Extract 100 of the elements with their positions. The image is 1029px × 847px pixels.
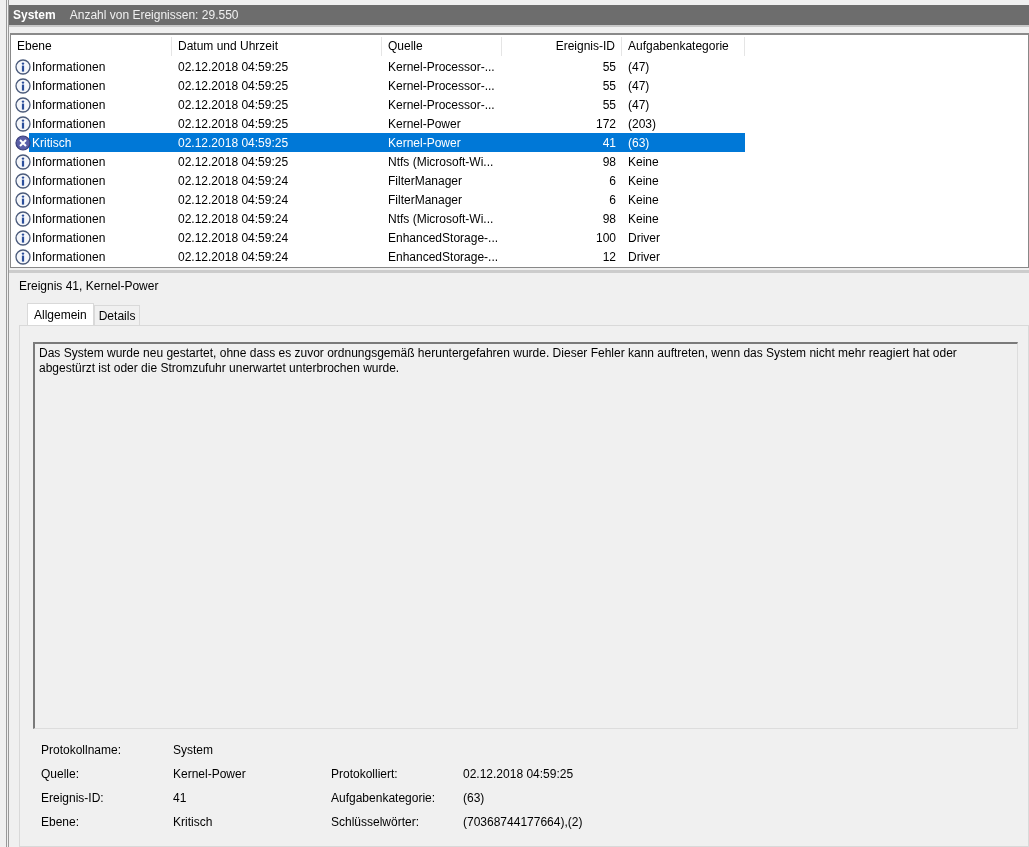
table-cell-text: (47) <box>627 96 651 114</box>
tab[interactable]: Allgemein <box>27 303 94 325</box>
table-cell-text: FilterManager <box>387 191 464 209</box>
table-cell-text: 98 <box>601 153 617 171</box>
table-cell-text: 02.12.2018 04:59:25 <box>177 96 290 114</box>
info-icon <box>15 191 31 208</box>
event-row[interactable]: Informationen 02.12.2018 04:59:25 Kernel-Processor-... 55 (47) <box>11 95 1028 114</box>
event-row[interactable]: Informationen 02.12.2018 04:59:25 Kernel-Processor-... 55 (47) <box>11 76 1028 95</box>
field-label: Quelle: <box>41 767 81 782</box>
table-cell-text: 02.12.2018 04:59:25 <box>177 58 290 76</box>
table-cell: Informationen <box>11 114 172 133</box>
table-cell-text: Keine <box>627 210 660 228</box>
table-cell-text: 100 <box>594 229 617 247</box>
event-row[interactable]: Kritisch 02.12.2018 04:59:25 Kernel-Power 41 (63) <box>11 133 1028 152</box>
table-cell: Kernel-Power <box>382 133 502 152</box>
table-cell-text: 02.12.2018 04:59:24 <box>177 191 290 209</box>
table-cell-text: (47) <box>627 77 651 95</box>
table-cell-text: 172 <box>594 115 617 133</box>
event-row[interactable]: Informationen 02.12.2018 04:59:25 Kernel-Power 172 (203) <box>11 114 1028 133</box>
column-header[interactable]: Datum und Uhrzeit <box>172 36 382 56</box>
info-icon <box>15 248 31 265</box>
table-cell-text: Kernel-Processor-... <box>387 77 496 95</box>
log-title: System <box>13 8 56 22</box>
field-value: (63) <box>463 791 486 806</box>
description-text: Das System wurde neu gestartet, ohne dass es zuvor ordnungsgemäß heruntergefahren wurde. Dieser Fehler kann auftreten, wenn das System nicht mehr reagiert hat oder abgestürzt ist oder die Stromzufuhr unerwartet unterbrochen wurde. <box>33 342 1018 729</box>
column-header[interactable]: Ereignis-ID <box>502 36 622 56</box>
table-cell: Informationen <box>11 95 172 114</box>
table-cell-text: 02.12.2018 04:59:25 <box>177 115 290 133</box>
table-cell-text: 02.12.2018 04:59:24 <box>177 172 290 190</box>
event-title: Ereignis 41, Kernel-Power <box>19 278 160 295</box>
table-cell-text: Driver <box>627 248 661 266</box>
event-row[interactable]: Informationen 02.12.2018 04:59:24 FilterManager 6 Keine <box>11 190 1028 209</box>
event-row[interactable]: Informationen 02.12.2018 04:59:25 Ntfs (Microsoft-Wi... 98 Keine <box>11 152 1028 171</box>
table-cell-text: Ntfs (Microsoft-Wi... <box>387 210 495 228</box>
field-label: Ereignis-ID: <box>41 791 105 806</box>
field-label: Ebene: <box>41 815 81 830</box>
table-cell: Informationen <box>11 247 172 266</box>
table-cell-text: Kernel-Processor-... <box>387 58 496 76</box>
table-cell-text: Keine <box>627 172 660 190</box>
info-icon <box>15 115 31 132</box>
table-cell-text: Driver <box>627 229 661 247</box>
table-cell-text: 55 <box>601 77 617 95</box>
table-cell: 41 <box>502 133 622 152</box>
tab[interactable]: Details <box>93 305 141 325</box>
field-value: Kritisch <box>173 815 214 830</box>
table-cell-text: 02.12.2018 04:59:24 <box>177 229 290 247</box>
column-header[interactable]: Quelle <box>382 36 502 56</box>
info-icon <box>15 58 31 75</box>
table-cell-text: Kernel-Power <box>387 115 462 133</box>
table-cell: Informationen <box>11 171 172 190</box>
info-icon <box>15 77 31 94</box>
field-label: Schlüsselwörter: <box>331 815 421 830</box>
table-cell: Informationen <box>11 228 172 247</box>
table-cell: Informationen <box>11 190 172 209</box>
table-cell-text: Kernel-Processor-... <box>387 96 496 114</box>
table-cell: Informationen <box>11 209 172 228</box>
field-label: Protokollname: <box>41 743 123 758</box>
table-cell-text: Keine <box>627 153 660 171</box>
field-label: Protokolliert: <box>331 767 399 782</box>
field-value: 41 <box>173 791 188 806</box>
event-row[interactable]: Informationen 02.12.2018 04:59:25 Kernel-Processor-... 55 (47) <box>11 57 1028 76</box>
table-cell: 02.12.2018 04:59:25 <box>172 133 382 152</box>
table-cell-text: 02.12.2018 04:59:25 <box>177 77 290 95</box>
info-icon <box>15 172 31 189</box>
event-row[interactable]: Informationen 02.12.2018 04:59:24 FilterManager 6 Keine <box>11 171 1028 190</box>
table-cell-text: EnhancedStorage-... <box>387 229 500 247</box>
table-cell-text: 02.12.2018 04:59:24 <box>177 248 290 266</box>
table-cell-text: 12 <box>601 248 617 266</box>
table-cell: Informationen <box>11 57 172 76</box>
table-cell: Informationen <box>11 152 172 171</box>
table-cell-text: FilterManager <box>387 172 464 190</box>
event-row[interactable]: Informationen 02.12.2018 04:59:24 EnhancedStorage-... 12 Driver <box>11 247 1028 266</box>
table-cell-text: EnhancedStorage-... <box>387 248 500 266</box>
table-cell: (63) <box>622 133 745 152</box>
table-cell-text: 02.12.2018 04:59:25 <box>177 153 290 171</box>
column-header[interactable]: Ebene <box>11 36 172 56</box>
field-label: Aufgabenkategorie: <box>331 791 437 806</box>
info-icon <box>15 153 31 170</box>
table-cell-text: 6 <box>608 172 617 190</box>
event-row[interactable]: Informationen 02.12.2018 04:59:24 Ntfs (Microsoft-Wi... 98 Keine <box>11 209 1028 228</box>
info-icon <box>15 229 31 246</box>
field-value: 02.12.2018 04:59:25 <box>463 767 575 782</box>
field-value: System <box>173 743 214 758</box>
table-cell-text: 02.12.2018 04:59:24 <box>177 210 290 228</box>
table-cell-text: 6 <box>608 191 617 209</box>
table-cell-text: (203) <box>627 115 657 133</box>
column-header[interactable]: Aufgabenkategorie <box>622 36 745 56</box>
info-icon <box>15 96 31 113</box>
info-icon <box>15 210 31 227</box>
table-cell-text: 55 <box>601 96 617 114</box>
table-cell: Informationen <box>11 76 172 95</box>
table-cell-text: 55 <box>601 58 617 76</box>
field-value: (70368744177664),(2) <box>463 815 584 830</box>
field-value: Kernel-Power <box>173 767 247 782</box>
table-cell-text: Keine <box>627 191 660 209</box>
event-row[interactable]: Informationen 02.12.2018 04:59:24 EnhancedStorage-... 100 Driver <box>11 228 1028 247</box>
event-count: Anzahl von Ereignissen: 29.550 <box>69 8 239 22</box>
critical-error-icon <box>15 134 31 151</box>
table-cell-text: Ntfs (Microsoft-Wi... <box>387 153 495 171</box>
table-cell-text: 98 <box>601 210 617 228</box>
